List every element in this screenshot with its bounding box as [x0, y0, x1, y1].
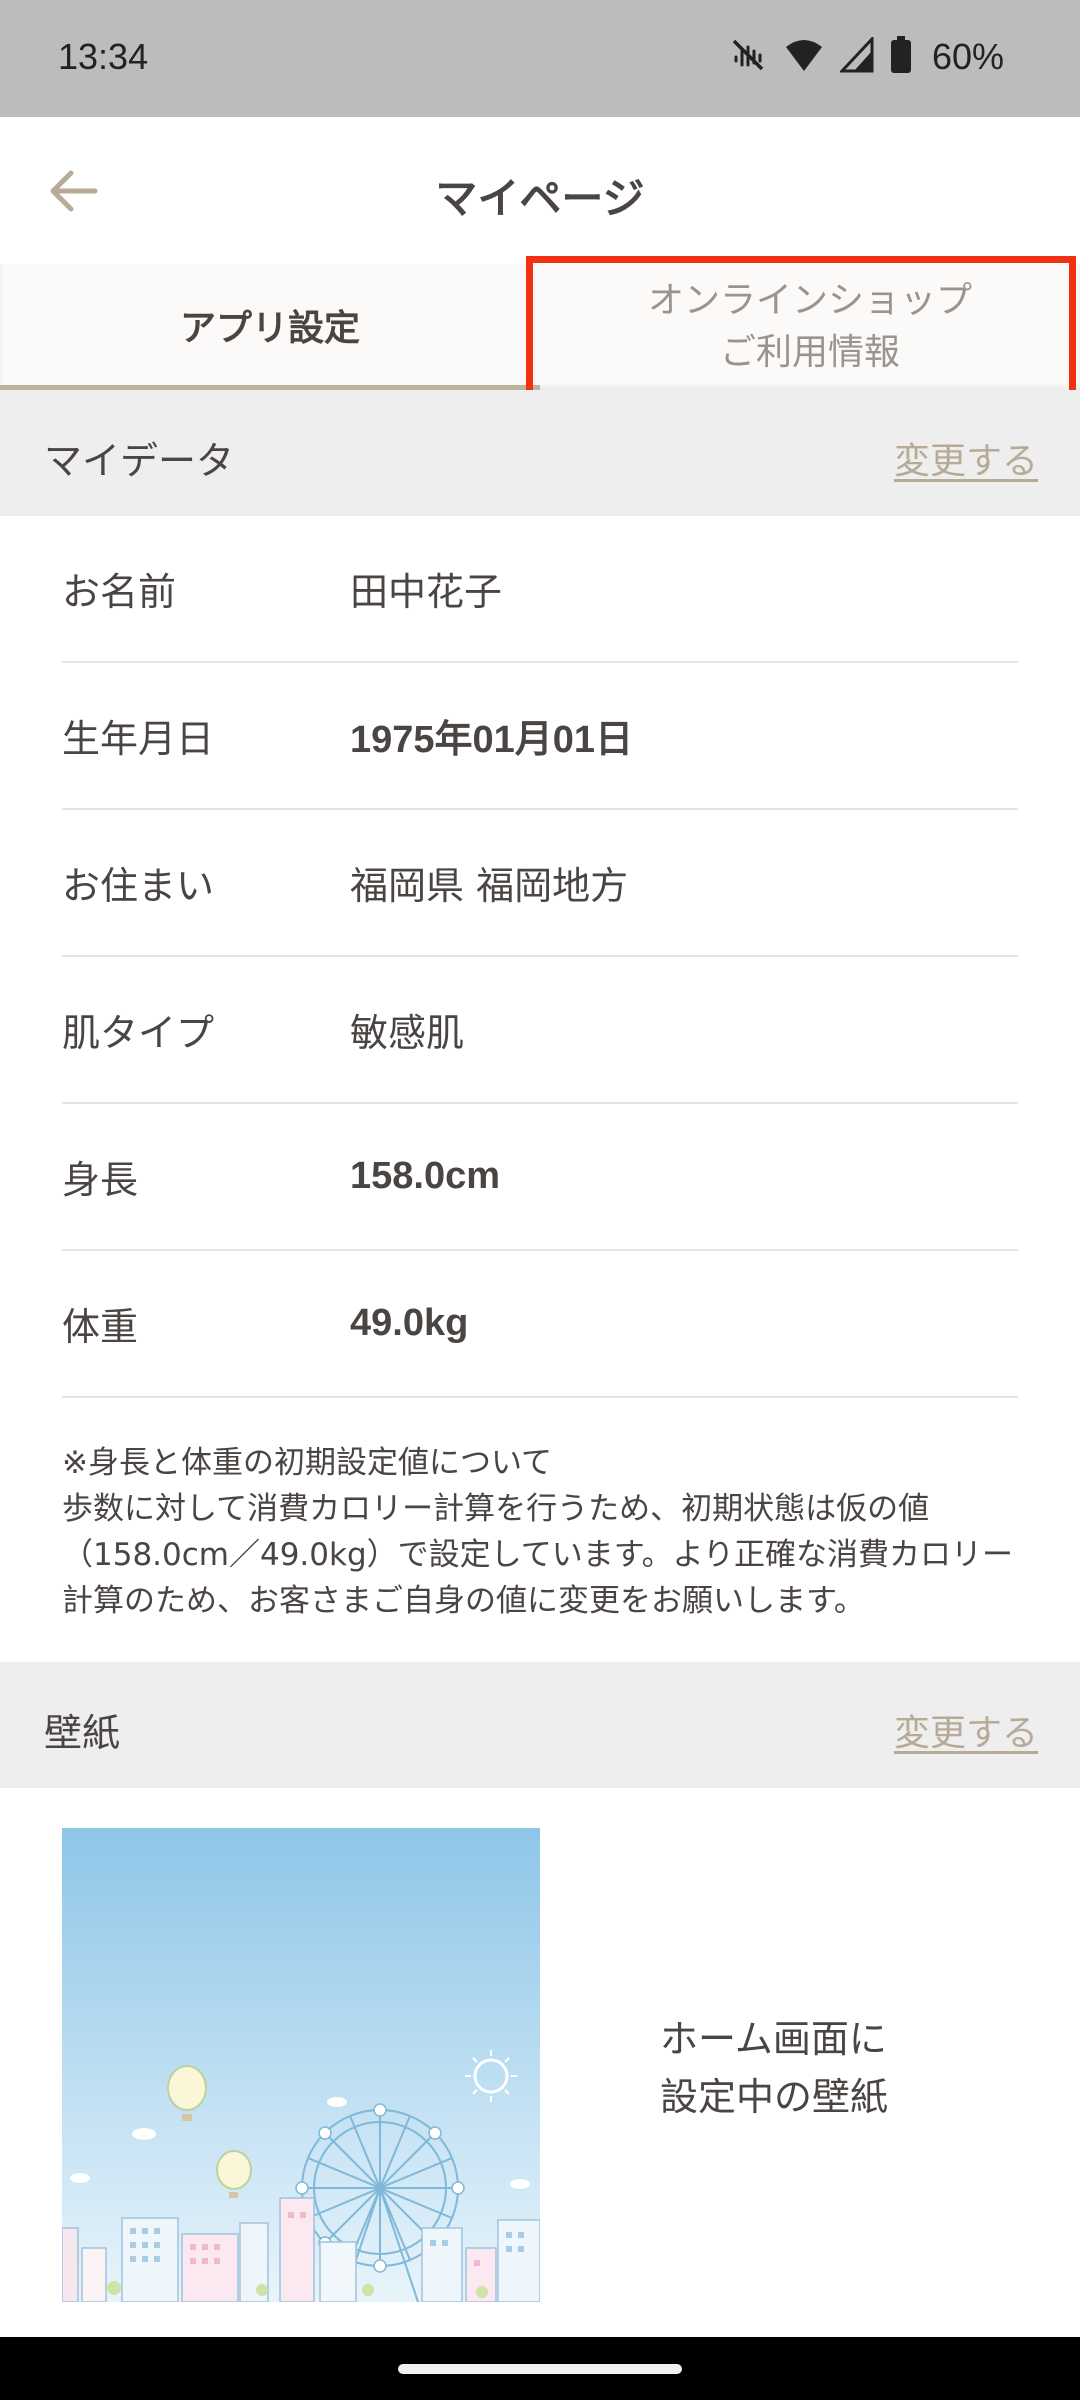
- status-bar: 13:34 60%: [0, 0, 1080, 117]
- data-value: 敏感肌: [350, 1011, 465, 1055]
- my-data-list: お名前 田中花子 生年月日 1975年01月01日 お住まい 福岡県 福岡地方 …: [62, 516, 1018, 1398]
- data-label: お名前: [62, 570, 177, 614]
- tab-app-settings[interactable]: アプリ設定: [0, 264, 540, 390]
- data-label: お住まい: [62, 864, 215, 908]
- note-line: （158.0cm／49.0kg）で設定しています。より正確な消費カロリー: [62, 1537, 1013, 1573]
- my-data-change-link[interactable]: 変更する: [894, 432, 1038, 484]
- data-value: 福岡県 福岡地方: [350, 864, 629, 908]
- tab-online-shop-info[interactable]: オンラインショップ ご利用情報: [540, 264, 1080, 390]
- home-gesture-handle[interactable]: [398, 2364, 682, 2374]
- data-row-name: お名前 田中花子: [62, 516, 1018, 663]
- tab-bar: アプリ設定 オンラインショップ ご利用情報: [0, 264, 1080, 390]
- app-header: マイページ: [0, 117, 1080, 264]
- wallpaper-section-header: 壁紙 変更する: [0, 1662, 1080, 1788]
- tab-app-settings-label: アプリ設定: [179, 307, 360, 349]
- data-label: 肌タイプ: [62, 1011, 215, 1055]
- data-row-residence: お住まい 福岡県 福岡地方: [62, 810, 1018, 957]
- data-row-birthdate: 生年月日 1975年01月01日: [62, 663, 1018, 810]
- note-line: ※身長と体重の初期設定値について: [62, 1445, 553, 1481]
- data-row-weight: 体重 49.0kg: [62, 1251, 1018, 1398]
- data-value: 158.0cm: [350, 1155, 501, 1197]
- wallpaper-title: 壁紙: [44, 1711, 121, 1755]
- wallpaper-preview-image: [62, 1828, 540, 2302]
- status-icons: 60%: [728, 32, 1004, 82]
- height-weight-note: ※身長と体重の初期設定値について 歩数に対して消費カロリー計算を行うため、初期状…: [62, 1440, 1032, 1624]
- battery-icon: [890, 36, 912, 78]
- data-label: 体重: [62, 1305, 139, 1349]
- data-label: 身長: [62, 1158, 139, 1202]
- wifi-icon: [784, 37, 824, 77]
- data-label: 生年月日: [62, 717, 215, 761]
- data-value: 49.0kg: [350, 1302, 469, 1344]
- data-row-height: 身長 158.0cm: [62, 1104, 1018, 1251]
- battery-level: 60%: [931, 36, 1004, 77]
- signal-icon: [838, 35, 874, 77]
- wallpaper-caption: ホーム画面に 設定中の壁紙: [660, 2017, 889, 2119]
- wallpaper-change-link[interactable]: 変更する: [894, 1704, 1038, 1756]
- page-title: マイページ: [435, 174, 645, 223]
- my-data-section-header: マイデータ 変更する: [0, 390, 1080, 516]
- data-value: 1975年01月01日: [350, 719, 634, 761]
- mute-icon: [728, 35, 768, 79]
- status-time: 13:34: [58, 36, 149, 77]
- note-line: 歩数に対して消費カロリー計算を行うため、初期状態は仮の値: [62, 1491, 930, 1527]
- note-line: 計算のため、お客さまご自身の値に変更をお願いします。: [62, 1583, 865, 1619]
- tab-online-shop-info-label: オンラインショップ ご利用情報: [647, 280, 972, 373]
- data-row-skin-type: 肌タイプ 敏感肌: [62, 957, 1018, 1104]
- data-value: 田中花子: [350, 570, 503, 614]
- my-data-title: マイデータ: [44, 439, 235, 483]
